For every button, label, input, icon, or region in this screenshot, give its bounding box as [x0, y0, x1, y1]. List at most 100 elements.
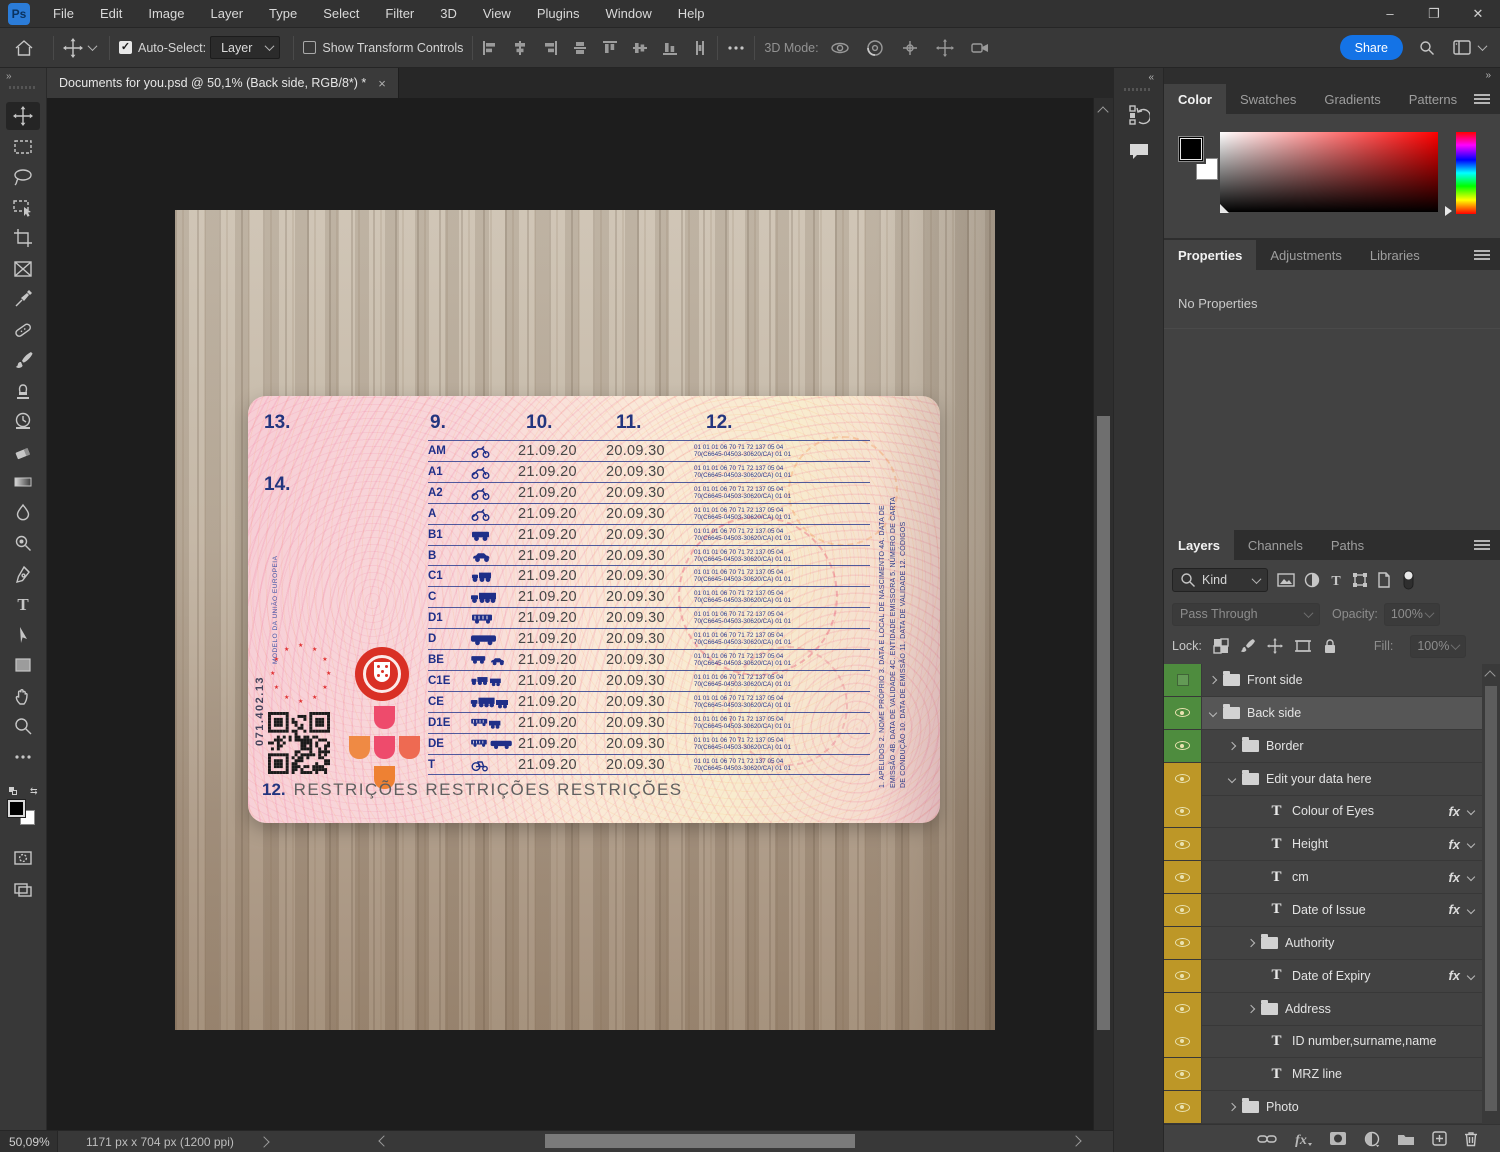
- menu-image[interactable]: Image: [135, 0, 197, 28]
- tool-object-selection[interactable]: [6, 194, 40, 222]
- tab-color[interactable]: Color: [1164, 84, 1226, 114]
- pixel-layer-filter-icon[interactable]: [1277, 573, 1295, 587]
- layer-row-main[interactable]: T Date of Expiry fx: [1202, 960, 1482, 992]
- menu-type[interactable]: Type: [256, 0, 310, 28]
- align-center-v-icon[interactable]: [632, 40, 648, 56]
- collapse-toolbar-icon[interactable]: »: [6, 71, 13, 82]
- layer-row-front-side[interactable]: Front side: [1164, 664, 1482, 697]
- layer-row-main[interactable]: T ID number,surname,name: [1202, 1025, 1482, 1057]
- home-icon[interactable]: [14, 39, 34, 57]
- workspace-icon[interactable]: [1453, 40, 1471, 55]
- visibility-eye-icon[interactable]: [1175, 1036, 1190, 1046]
- collapse-dock-icon[interactable]: «: [1148, 72, 1155, 83]
- visibility-eye-icon[interactable]: [1175, 774, 1190, 784]
- expand-effects-icon[interactable]: [1466, 872, 1476, 882]
- layer-style-fx-icon[interactable]: fx: [1294, 1131, 1312, 1147]
- share-button[interactable]: Share: [1339, 35, 1403, 60]
- search-icon[interactable]: [1419, 40, 1435, 56]
- tool-zoom[interactable]: [6, 712, 40, 740]
- visibility-off-box[interactable]: [1176, 674, 1189, 686]
- adjustment-layer-icon[interactable]: [1364, 1131, 1380, 1147]
- pan-3d-icon[interactable]: [899, 39, 921, 57]
- visibility-eye-icon[interactable]: [1175, 1069, 1190, 1079]
- layer-effects-fx-badge[interactable]: fx: [1448, 837, 1460, 852]
- tool-eraser[interactable]: [6, 438, 40, 466]
- toolbar-grip[interactable]: [9, 86, 37, 89]
- layer-row-id-number-surname-name[interactable]: T ID number,surname,name: [1164, 1025, 1482, 1059]
- quick-mask-button[interactable]: [6, 844, 40, 872]
- layer-row-height[interactable]: T Height fx: [1164, 828, 1482, 862]
- visibility-eye-icon[interactable]: [1175, 708, 1190, 718]
- menu-plugins[interactable]: Plugins: [524, 0, 593, 28]
- align-bottom-icon[interactable]: [662, 40, 678, 56]
- layer-row-main[interactable]: Edit your data here: [1202, 763, 1482, 795]
- layer-row-back-side[interactable]: Back side: [1164, 696, 1482, 730]
- chevron-down-icon[interactable]: [87, 41, 98, 52]
- tab-libraries[interactable]: Libraries: [1356, 240, 1434, 270]
- layer-row-main[interactable]: Authority: [1202, 927, 1482, 959]
- layer-row-date-of-issue[interactable]: T Date of Issue fx: [1164, 893, 1482, 927]
- delete-layer-icon[interactable]: [1464, 1131, 1478, 1147]
- comments-panel-icon[interactable]: [1122, 136, 1156, 166]
- visibility-eye-icon[interactable]: [1175, 971, 1190, 981]
- swap-colors-icon[interactable]: ⇆: [30, 786, 38, 797]
- menu-3d[interactable]: 3D: [427, 0, 470, 28]
- layers-scrollbar[interactable]: [1482, 664, 1500, 1124]
- lock-all-icon[interactable]: [1323, 638, 1337, 654]
- expand-group-icon[interactable]: [1227, 1102, 1237, 1112]
- menu-window[interactable]: Window: [592, 0, 664, 28]
- menu-view[interactable]: View: [470, 0, 524, 28]
- menu-help[interactable]: Help: [665, 0, 718, 28]
- vertical-scrollbar[interactable]: [1093, 98, 1113, 1130]
- tool-history-brush[interactable]: [6, 407, 40, 435]
- tab-gradients[interactable]: Gradients: [1310, 84, 1394, 114]
- visibility-eye-icon[interactable]: [1175, 938, 1190, 948]
- visibility-eye-icon[interactable]: [1175, 806, 1190, 816]
- menu-layer[interactable]: Layer: [198, 0, 257, 28]
- tool-pen[interactable]: [6, 560, 40, 588]
- align-edges-h-icon[interactable]: [572, 40, 588, 56]
- minimize-icon[interactable]: –: [1368, 0, 1412, 27]
- lock-pixels-icon[interactable]: [1240, 638, 1256, 654]
- shape-layer-filter-icon[interactable]: [1352, 572, 1368, 588]
- chevron-down-icon[interactable]: [1477, 41, 1488, 52]
- layer-row-address[interactable]: Address: [1164, 992, 1482, 1026]
- history-panel-icon[interactable]: [1122, 100, 1156, 130]
- tool-move[interactable]: [6, 102, 40, 130]
- zoom-level-field[interactable]: 50,09%: [0, 1131, 58, 1152]
- foreground-color-swatch[interactable]: [1176, 134, 1206, 164]
- expand-effects-icon[interactable]: [1466, 807, 1476, 816]
- layer-mask-icon[interactable]: [1329, 1131, 1347, 1146]
- layer-row-colour-of-eyes[interactable]: T Colour of Eyes fx: [1164, 795, 1482, 829]
- dock-grip[interactable]: [1124, 88, 1152, 91]
- tool-gradient[interactable]: [6, 468, 40, 496]
- panel-menu-icon[interactable]: [1474, 94, 1490, 104]
- expand-group-icon[interactable]: [1227, 741, 1237, 750]
- layer-row-main[interactable]: Border: [1202, 730, 1482, 762]
- layer-filter-kind-dropdown[interactable]: Kind: [1172, 568, 1268, 592]
- visibility-eye-icon[interactable]: [1175, 905, 1190, 915]
- roll-3d-icon[interactable]: [864, 39, 886, 57]
- visibility-eye-icon[interactable]: [1175, 839, 1190, 849]
- tab-properties[interactable]: Properties: [1164, 240, 1257, 270]
- collapse-group-icon[interactable]: [1227, 774, 1237, 783]
- expand-effects-icon[interactable]: [1466, 905, 1476, 915]
- fill-field[interactable]: 100%: [1410, 634, 1467, 658]
- tool-marquee[interactable]: [6, 133, 40, 161]
- tool-healing[interactable]: [6, 316, 40, 344]
- panel-menu-icon[interactable]: [1474, 250, 1490, 260]
- close-icon[interactable]: ✕: [1456, 0, 1500, 27]
- layer-row-photo[interactable]: Photo: [1164, 1091, 1482, 1124]
- menu-select[interactable]: Select: [310, 0, 372, 28]
- scroll-up-icon[interactable]: [1097, 106, 1109, 118]
- tool-type[interactable]: T: [6, 590, 40, 618]
- layer-effects-fx-badge[interactable]: fx: [1448, 902, 1460, 917]
- collapse-group-icon[interactable]: [1208, 708, 1218, 718]
- tool-rectangle[interactable]: [6, 651, 40, 679]
- opacity-field[interactable]: 100%: [1383, 602, 1440, 626]
- align-center-h-icon[interactable]: [512, 40, 528, 56]
- status-expand-icon[interactable]: [258, 1135, 270, 1148]
- tool-eyedropper[interactable]: [6, 285, 40, 313]
- adjustment-layer-filter-icon[interactable]: [1304, 572, 1320, 588]
- tool-crop[interactable]: [6, 224, 40, 252]
